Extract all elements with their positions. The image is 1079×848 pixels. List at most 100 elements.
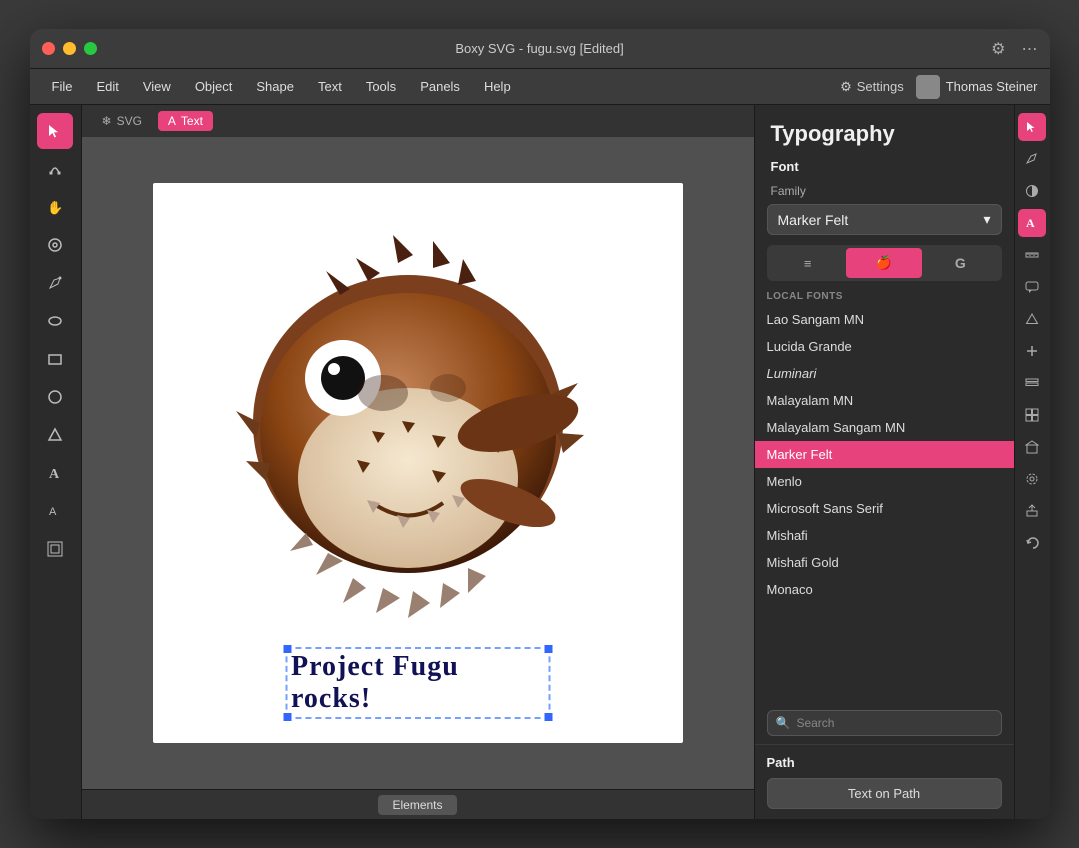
right-panel: Typography Font Family Marker Felt ▾ ≡ 🍎… xyxy=(754,105,1014,819)
right-building-icon[interactable] xyxy=(1018,433,1046,461)
right-type-icon[interactable]: A xyxy=(1018,209,1046,237)
font-list: Lao Sangam MN Lucida Grande Luminari Mal… xyxy=(755,306,1014,704)
user-button[interactable]: Thomas Steiner xyxy=(916,75,1038,99)
font-item-monaco[interactable]: Monaco xyxy=(755,576,1014,603)
right-comment-icon[interactable] xyxy=(1018,273,1046,301)
select-tool[interactable] xyxy=(37,113,73,149)
settings-label: Settings xyxy=(857,79,904,94)
font-item-mishafi[interactable]: Mishafi xyxy=(755,522,1014,549)
search-icon: 🔍 xyxy=(776,716,791,730)
right-export-icon[interactable] xyxy=(1018,497,1046,525)
pan-tool[interactable]: ✋ xyxy=(37,189,73,225)
resize-handle-tr[interactable] xyxy=(543,644,553,654)
font-item-lucida[interactable]: Lucida Grande xyxy=(755,333,1014,360)
triangle-tool[interactable] xyxy=(37,417,73,453)
right-icon-bar: A xyxy=(1014,105,1050,819)
resize-handle-bl[interactable] xyxy=(282,712,292,722)
text-tool[interactable]: A xyxy=(37,455,73,491)
chevron-down-icon: ▾ xyxy=(983,211,990,228)
font-search-container: 🔍 xyxy=(767,710,1002,736)
right-select-icon[interactable] xyxy=(1018,113,1046,141)
right-plus-icon[interactable] xyxy=(1018,337,1046,365)
right-layers-icon[interactable] xyxy=(1018,369,1046,397)
window-title: Boxy SVG - fugu.svg [Edited] xyxy=(455,41,623,56)
main-window: Boxy SVG - fugu.svg [Edited] ⚙ ⋯ File Ed… xyxy=(30,29,1050,819)
resize-handle-tl[interactable] xyxy=(282,644,292,654)
minimize-button[interactable] xyxy=(63,42,76,55)
font-item-menlo[interactable]: Menlo xyxy=(755,468,1014,495)
menu-file[interactable]: File xyxy=(42,75,83,98)
menu-view[interactable]: View xyxy=(133,75,181,98)
apple-icon: 🍎 xyxy=(876,255,892,271)
titlebar-right: ⚙ ⋯ xyxy=(991,39,1037,59)
right-triangle-icon[interactable] xyxy=(1018,305,1046,333)
right-ruler-icon[interactable] xyxy=(1018,241,1046,269)
local-fonts-label: LOCAL FONTS xyxy=(755,287,1014,306)
pufferfish-illustration xyxy=(198,193,638,623)
ellipse-tool[interactable] xyxy=(37,303,73,339)
canvas-text[interactable]: Project Fugu rocks! xyxy=(291,651,544,715)
font-scroll-area: LOCAL FONTS Lao Sangam MN Lucida Grande … xyxy=(755,287,1014,744)
text-small-tool[interactable]: A xyxy=(37,493,73,529)
pen-tool[interactable] xyxy=(37,265,73,301)
right-undo-icon[interactable] xyxy=(1018,529,1046,557)
snowflake-icon: ❄ xyxy=(102,114,112,128)
font-item-malayalam[interactable]: Malayalam MN xyxy=(755,387,1014,414)
font-item-microsoft[interactable]: Microsoft Sans Serif xyxy=(755,495,1014,522)
frame-tool[interactable] xyxy=(37,531,73,567)
user-avatar xyxy=(916,75,940,99)
canvas-wrapper[interactable]: Project Fugu rocks! xyxy=(82,137,754,789)
rect-tool[interactable] xyxy=(37,341,73,377)
face-tool[interactable] xyxy=(37,227,73,263)
resize-handle-br[interactable] xyxy=(543,712,553,722)
settings-button[interactable]: ⚙ Settings xyxy=(840,79,904,95)
elements-button[interactable]: Elements xyxy=(378,795,456,815)
font-item-malayalam-sangam[interactable]: Malayalam Sangam MN xyxy=(755,414,1014,441)
right-contrast-icon[interactable] xyxy=(1018,177,1046,205)
font-section-title: Font xyxy=(755,155,1014,182)
svg-text:A: A xyxy=(49,467,60,481)
right-pen-icon[interactable] xyxy=(1018,145,1046,173)
panel-title: Typography xyxy=(755,105,1014,155)
bottom-bar: Elements xyxy=(82,789,754,819)
selected-text-container[interactable]: Project Fugu rocks! xyxy=(285,647,550,719)
main-area: ✋ A A xyxy=(30,105,1050,819)
circle-tool[interactable] xyxy=(37,379,73,415)
canvas-area: ❄ SVG A Text xyxy=(82,105,754,819)
close-button[interactable] xyxy=(42,42,55,55)
font-item-marker-felt[interactable]: Marker Felt xyxy=(755,441,1014,468)
node-tool[interactable] xyxy=(37,151,73,187)
menu-help[interactable]: Help xyxy=(474,75,521,98)
menu-object[interactable]: Object xyxy=(185,75,243,98)
left-toolbar: ✋ A A xyxy=(30,105,82,819)
path-section: Path Text on Path xyxy=(755,744,1014,819)
font-item-mishafi-gold[interactable]: Mishafi Gold xyxy=(755,549,1014,576)
font-tab-apple[interactable]: 🍎 xyxy=(846,248,922,278)
menu-shape[interactable]: Shape xyxy=(246,75,304,98)
font-family-value: Marker Felt xyxy=(778,212,849,228)
font-item-lao[interactable]: Lao Sangam MN xyxy=(755,306,1014,333)
menu-panels[interactable]: Panels xyxy=(410,75,470,98)
menubar: File Edit View Object Shape Text Tools P… xyxy=(30,69,1050,105)
right-grid-icon[interactable] xyxy=(1018,401,1046,429)
svg-text:✋: ✋ xyxy=(47,200,63,215)
traffic-lights xyxy=(42,42,97,55)
right-gear-icon[interactable] xyxy=(1018,465,1046,493)
google-icon: G xyxy=(955,255,966,271)
menu-tools[interactable]: Tools xyxy=(356,75,406,98)
menu-dots-icon[interactable]: ⋯ xyxy=(1022,39,1038,59)
puzzle-icon[interactable]: ⚙ xyxy=(991,39,1005,59)
tab-text[interactable]: A Text xyxy=(158,111,213,131)
maximize-button[interactable] xyxy=(84,42,97,55)
font-tab-list[interactable]: ≡ xyxy=(770,248,846,278)
list-icon: ≡ xyxy=(804,256,812,271)
font-tab-google[interactable]: G xyxy=(922,248,998,278)
text-on-path-button[interactable]: Text on Path xyxy=(767,778,1002,809)
font-family-dropdown[interactable]: Marker Felt ▾ xyxy=(767,204,1002,235)
menu-text[interactable]: Text xyxy=(308,75,352,98)
user-name: Thomas Steiner xyxy=(946,79,1038,94)
font-search-input[interactable] xyxy=(796,716,992,730)
font-item-luminari[interactable]: Luminari xyxy=(755,360,1014,387)
tab-svg[interactable]: ❄ SVG xyxy=(92,111,152,131)
menu-edit[interactable]: Edit xyxy=(86,75,128,98)
